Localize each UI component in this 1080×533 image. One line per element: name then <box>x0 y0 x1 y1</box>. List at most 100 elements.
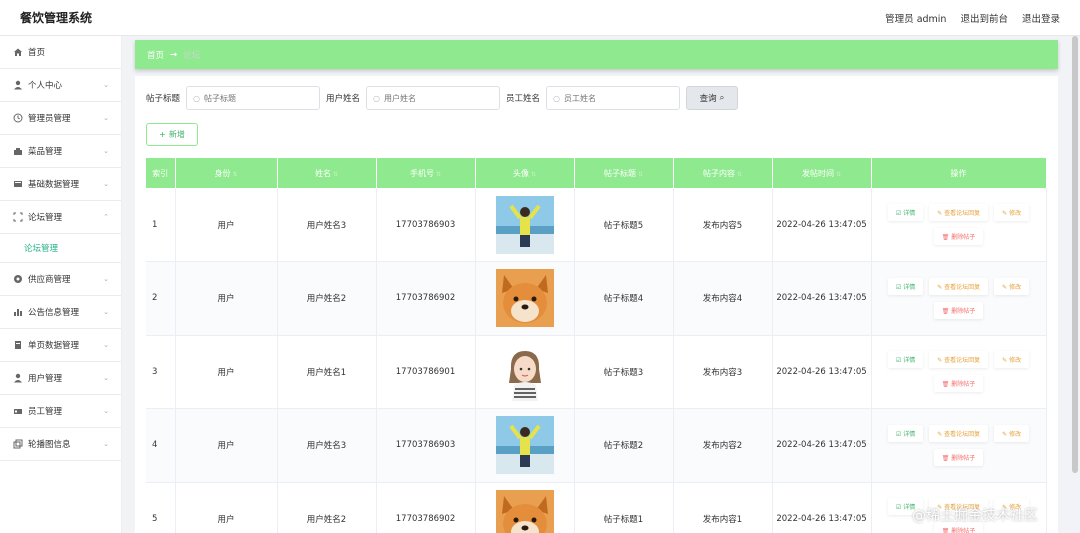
edit-button[interactable]: ✎ 修改 <box>994 351 1030 369</box>
chevron-down-icon: ⌄ <box>103 407 109 415</box>
view-button[interactable]: ☑ 详情 <box>887 351 924 369</box>
cell-time: 2022-04-26 13:47:05 <box>772 408 872 483</box>
sidebar-subitem-label: 论坛管理 <box>24 244 59 254</box>
col-header-index: 索引 <box>146 158 176 188</box>
cell-time: 2022-04-26 13:47:05 <box>772 335 872 409</box>
exit-to-front-link[interactable]: 退出到前台 <box>960 11 1008 25</box>
staff-search-input[interactable] <box>564 93 665 103</box>
delete-button[interactable]: 🗑 删除帖子 <box>933 448 984 466</box>
view-replies-button[interactable]: ✎ 查看论坛回复 <box>929 204 989 221</box>
user-search-field[interactable]: ○ <box>366 86 501 110</box>
cell-role: 用户 <box>175 261 278 336</box>
view-replies-button[interactable]: ✎ 查看论坛回复 <box>929 277 989 295</box>
sidebar-item-basedata[interactable]: 基础数据管理 ⌄ <box>0 168 121 201</box>
search-icon: ○ <box>373 93 381 103</box>
add-button-label: 新增 <box>168 130 185 139</box>
col-header-phone[interactable]: 手机号 ⇅ <box>376 158 476 188</box>
search-icon: ○ <box>553 93 561 103</box>
user-icon <box>12 80 23 91</box>
clock-icon <box>12 113 23 124</box>
add-button[interactable]: + 新增 <box>146 123 198 146</box>
avatar[interactable] <box>495 195 554 254</box>
logout-link[interactable]: 退出登录 <box>1022 11 1060 25</box>
cell-name: 用户姓名2 <box>277 482 377 533</box>
view-button[interactable]: ☑ 详情 <box>887 204 924 221</box>
cell-index: 2 <box>146 261 176 336</box>
cell-name: 用户姓名3 <box>277 188 377 262</box>
sidebar-item-dishes[interactable]: 菜品管理 ⌄ <box>0 135 121 168</box>
forum-table: 索引 身份 ⇅ 姓名 ⇅ 手机号 ⇅ 头像 ⇅ 帖子标题 ⇅ 帖子内容 ⇅ 发帖时间 ⇅ 操作… <box>146 158 1047 533</box>
sidebar-item-notice[interactable]: 公告信息管理 ⌄ <box>0 296 121 329</box>
table-row: 1 用户 用户姓名3 17703786903 帖子标题5 发布内容5 2022-… <box>146 188 1047 262</box>
cell-title: 帖子标题1 <box>574 482 674 533</box>
query-button[interactable]: 查询 ⌕ <box>686 86 739 110</box>
col-header-name[interactable]: 姓名 ⇅ <box>277 158 377 188</box>
content-panel: 帖子标题 ○ 用户姓名 ○ 员工姓名 ○ 查询 ⌕ + 新增 <box>135 76 1058 533</box>
sidebar-item-label: 首页 <box>28 48 46 58</box>
title-search-input[interactable] <box>204 93 304 103</box>
col-header-title[interactable]: 帖子标题 ⇅ <box>574 158 674 188</box>
sidebar-item-supplier[interactable]: 供应商管理 ⌄ <box>0 263 121 296</box>
cell-time: 2022-04-26 13:47:05 <box>772 482 872 533</box>
sidebar-item-users[interactable]: 用户管理 ⌄ <box>0 362 121 395</box>
sidebar-item-singlepage[interactable]: 单页数据管理 ⌄ <box>0 329 121 362</box>
data-icon <box>12 179 23 190</box>
page-scrollbar[interactable] <box>1072 36 1078 473</box>
delete-button[interactable]: 🗑 删除帖子 <box>933 375 984 393</box>
edit-button[interactable]: ✎ 修改 <box>994 277 1030 295</box>
sidebar-item-label: 员工管理 <box>28 407 63 417</box>
search-icon: ○ <box>193 93 200 103</box>
sidebar-item-staff[interactable]: 员工管理 ⌄ <box>0 395 121 428</box>
cell-phone: 17703786903 <box>376 408 476 483</box>
cell-role: 用户 <box>175 335 278 409</box>
forum-icon <box>12 212 23 223</box>
avatar[interactable] <box>495 416 554 475</box>
sidebar-item-carousel[interactable]: 轮播图信息 ⌄ <box>0 428 121 461</box>
sidebar-item-label: 论坛管理 <box>28 213 63 223</box>
table-header-row: 索引 身份 ⇅ 姓名 ⇅ 手机号 ⇅ 头像 ⇅ 帖子标题 ⇅ 帖子内容 ⇅ 发帖时间 ⇅ 操作 <box>146 158 1047 188</box>
cell-name: 用户姓名2 <box>277 261 377 336</box>
table-row: 3 用户 用户姓名1 17703786901 帖子标题3 发布内容3 2022-… <box>146 335 1047 409</box>
sidebar: 首页 个人中心 ⌄ 管理员管理 ⌄ 菜品管理 ⌄ 基础数据管理 ⌄ 论坛管理 ⌃… <box>0 36 122 533</box>
view-button[interactable]: ☑ 详情 <box>887 424 924 442</box>
sidebar-item-label: 个人中心 <box>28 81 63 91</box>
view-replies-button[interactable]: ✎ 查看论坛回复 <box>929 424 989 442</box>
sidebar-subitem-forum[interactable]: 论坛管理 <box>0 234 121 263</box>
carousel-icon <box>12 439 23 450</box>
sidebar-item-profile[interactable]: 个人中心 ⌄ <box>0 69 121 102</box>
plus-icon: + <box>159 130 166 139</box>
col-header-content[interactable]: 帖子内容 ⇅ <box>673 158 773 188</box>
row-actions: ☑ 详情 ✎ 查看论坛回复 ✎ 修改 🗑 删除帖子 <box>872 351 1046 393</box>
sidebar-item-label: 用户管理 <box>28 374 63 384</box>
view-button[interactable]: ☑ 详情 <box>887 277 924 295</box>
cell-index: 3 <box>146 335 176 409</box>
cell-name: 用户姓名1 <box>277 335 377 409</box>
breadcrumb-current: 论坛 <box>183 50 201 61</box>
avatar[interactable] <box>495 342 554 401</box>
query-button-label: 查询 <box>699 94 717 104</box>
edit-button[interactable]: ✎ 修改 <box>994 424 1030 442</box>
delete-button[interactable]: 🗑 删除帖子 <box>933 228 984 245</box>
col-header-avatar[interactable]: 头像 ⇅ <box>475 158 575 188</box>
sidebar-item-home[interactable]: 首页 <box>0 36 121 69</box>
avatar[interactable] <box>495 489 554 533</box>
col-header-role[interactable]: 身份 ⇅ <box>175 158 278 188</box>
col-header-time[interactable]: 发帖时间 ⇅ <box>772 158 872 188</box>
sidebar-item-admins[interactable]: 管理员管理 ⌄ <box>0 102 121 135</box>
table-row: 2 用户 用户姓名2 17703786902 帖子标题4 发布内容4 2022-… <box>146 261 1047 336</box>
edit-button[interactable]: ✎ 修改 <box>994 204 1030 221</box>
cell-avatar <box>475 335 575 409</box>
avatar[interactable] <box>495 269 554 328</box>
cell-title: 帖子标题4 <box>574 261 674 336</box>
title-search-field[interactable]: ○ <box>186 86 321 110</box>
delete-button[interactable]: 🗑 删除帖子 <box>933 301 984 319</box>
page-icon <box>12 340 23 351</box>
sidebar-item-forum[interactable]: 论坛管理 ⌃ <box>0 201 121 234</box>
user-search-input[interactable] <box>384 93 485 103</box>
view-replies-button[interactable]: ✎ 查看论坛回复 <box>929 351 989 369</box>
breadcrumb-home[interactable]: 首页 <box>147 49 164 61</box>
cell-title: 帖子标题2 <box>574 408 674 483</box>
staff-icon <box>12 406 23 417</box>
staff-search-field[interactable]: ○ <box>546 86 681 110</box>
row-actions: ☑ 详情 ✎ 查看论坛回复 ✎ 修改 🗑 删除帖子 <box>872 204 1046 245</box>
